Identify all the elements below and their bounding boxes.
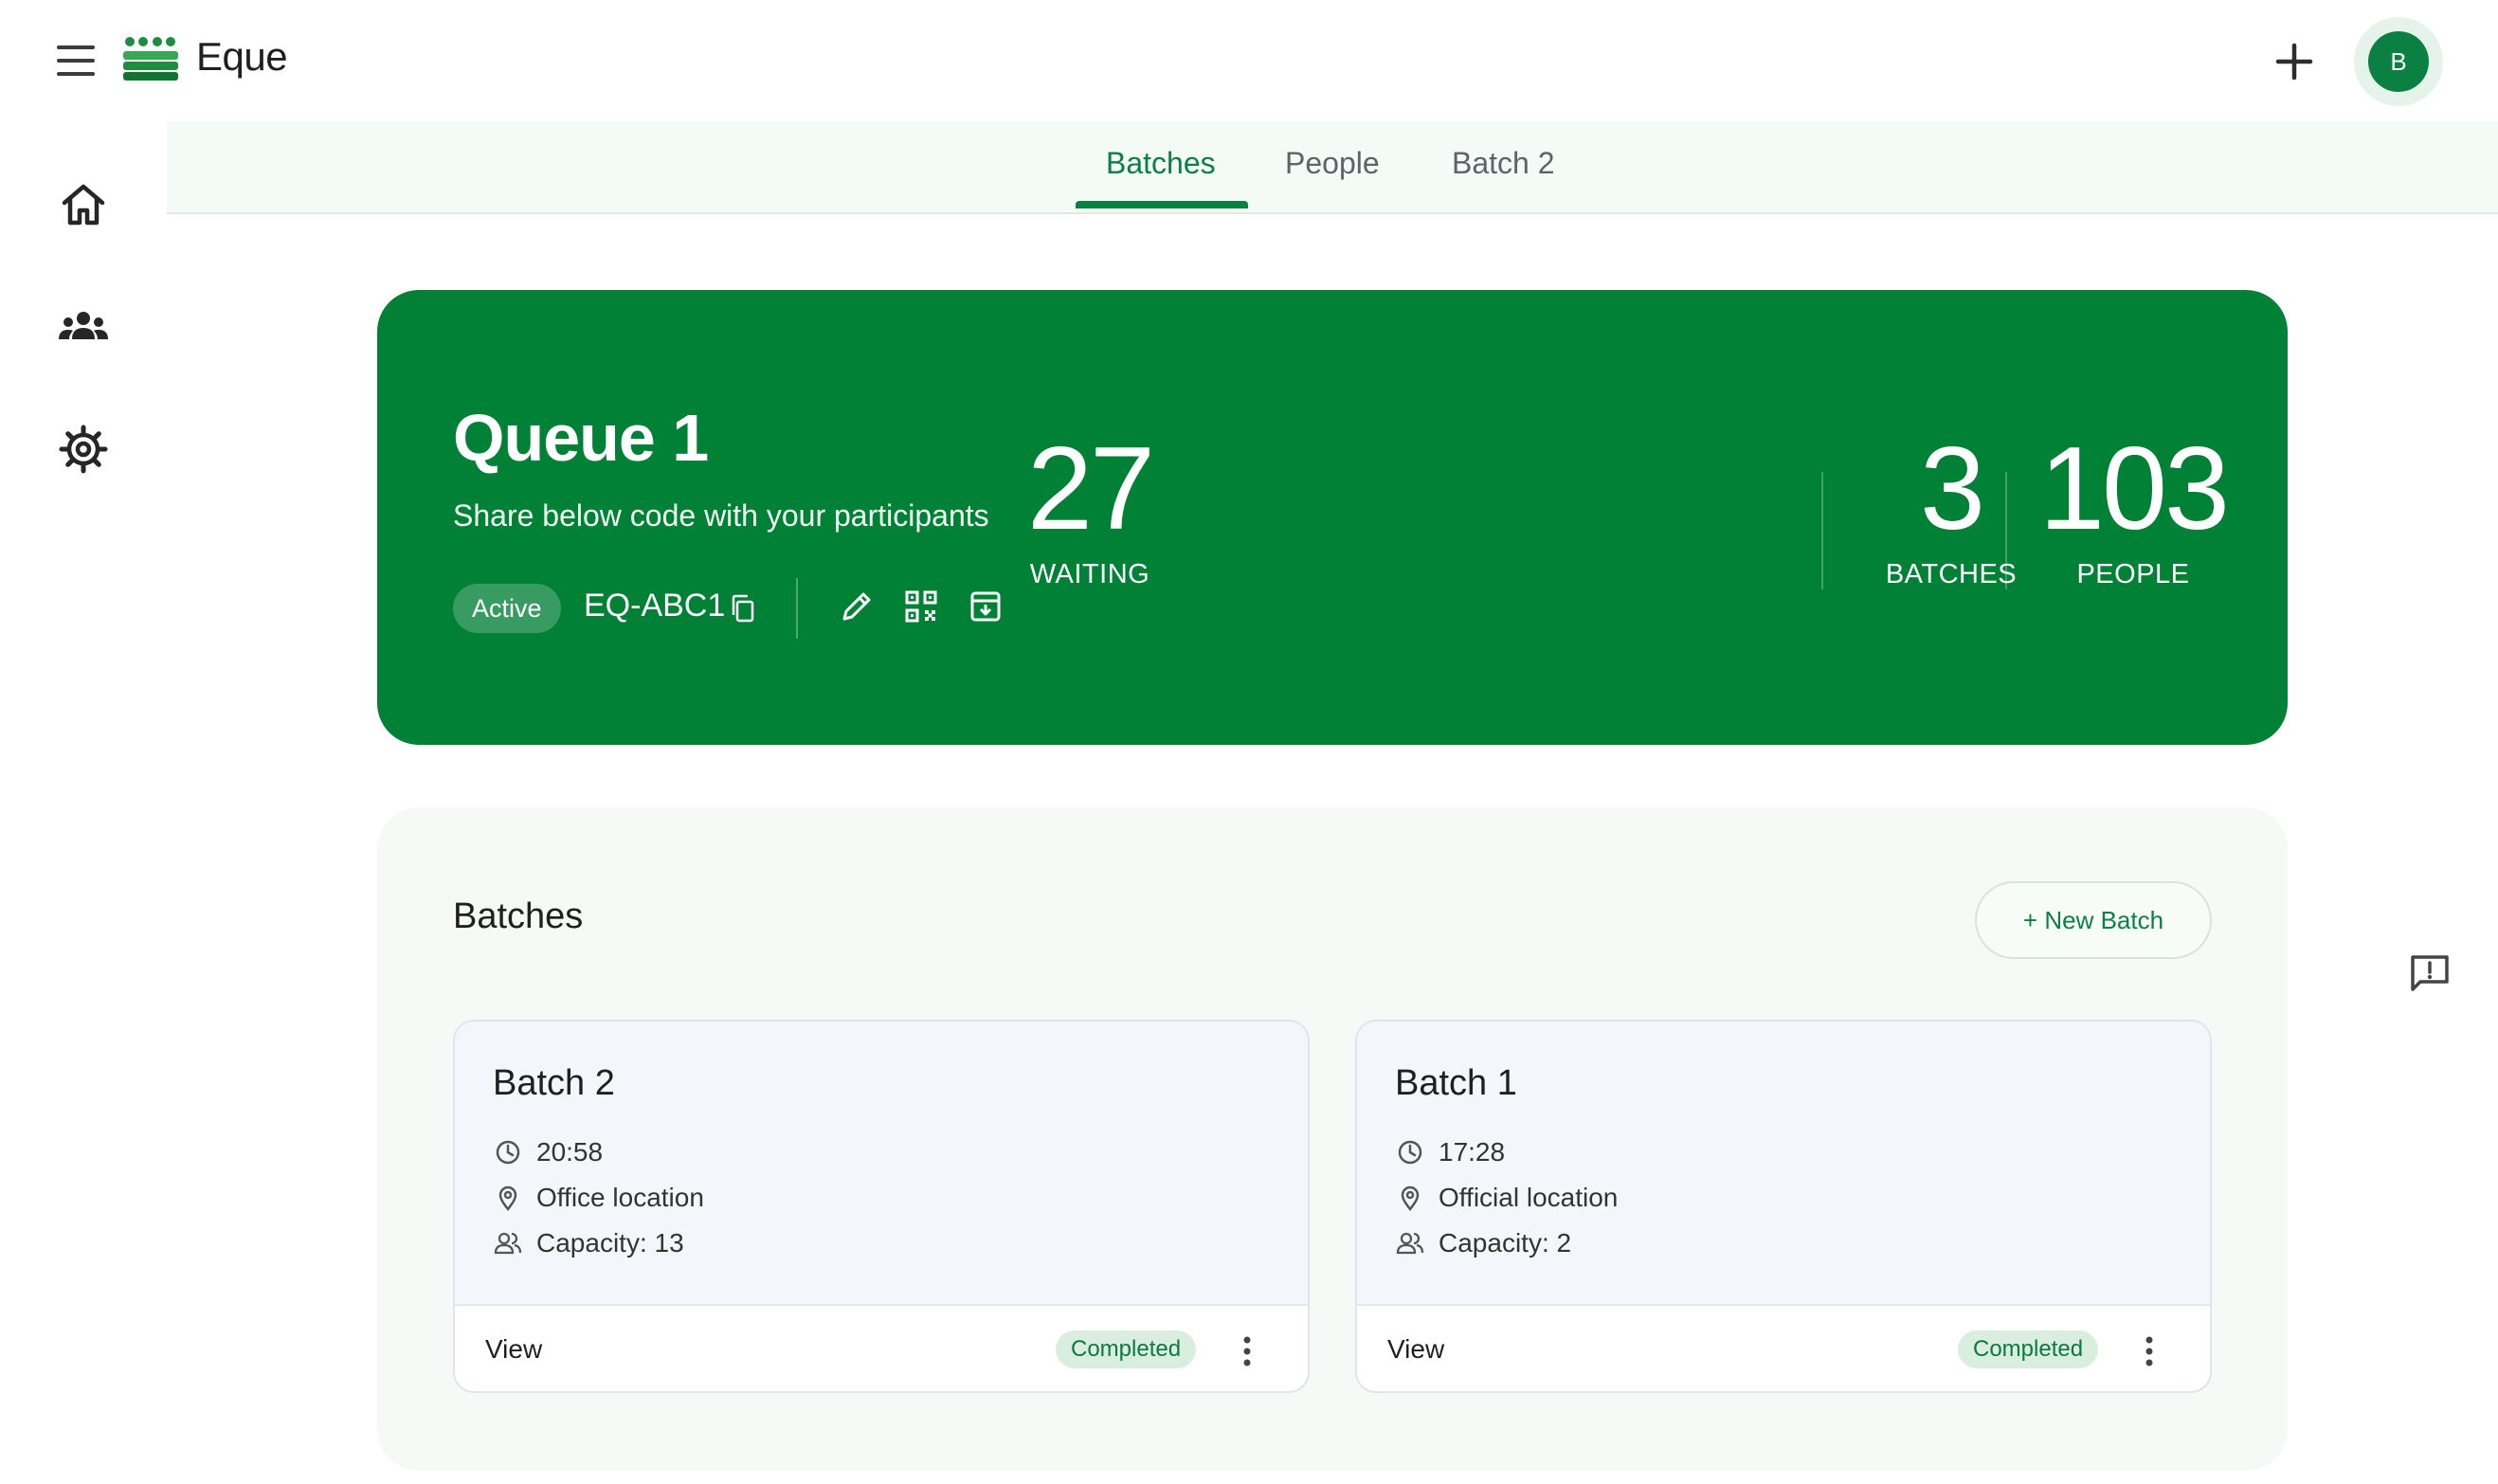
batch-name: Batch 1 <box>1395 1063 1517 1103</box>
queue-subtitle: Share below code with your participants <box>453 498 989 533</box>
batch-name: Batch 2 <box>493 1063 615 1103</box>
menu-icon[interactable] <box>53 42 99 80</box>
batch-time-row: 17:28 <box>1395 1137 1505 1167</box>
pencil-icon[interactable] <box>836 586 878 627</box>
stat-people-label: PEOPLE <box>2076 559 2190 589</box>
batch-location-row: Office location <box>493 1183 704 1213</box>
stat-waiting-value: 27 <box>1027 424 1155 554</box>
stat-waiting-label: WAITING <box>1029 559 1150 589</box>
view-batch-link[interactable]: View <box>1387 1334 1444 1365</box>
tab-bar: Batches People Batch 2 <box>167 121 2498 214</box>
tab-batch-2[interactable]: Batch 2 <box>1452 146 1555 181</box>
batch-capacity: Capacity: 2 <box>1439 1228 1572 1258</box>
avatar-button[interactable]: B <box>2354 17 2443 106</box>
stat-batches: 3 BATCHES <box>1852 430 2051 590</box>
status-badge: Active <box>453 584 561 633</box>
batch-card[interactable]: Batch 1 17:28 Official location Capacity… <box>1355 1020 2212 1393</box>
archive-icon[interactable] <box>965 586 1006 627</box>
copy-icon[interactable] <box>726 591 760 625</box>
batch-capacity-row: Capacity: 2 <box>1395 1228 1571 1258</box>
batches-section-title: Batches <box>453 896 584 936</box>
clock-icon <box>496 1140 520 1165</box>
more-vert-icon[interactable] <box>2140 1330 2159 1372</box>
clock-icon <box>1398 1140 1422 1165</box>
status-badge: Completed <box>1056 1330 1197 1368</box>
batch-time-row: 20:58 <box>493 1137 603 1167</box>
batch-time: 20:58 <box>536 1137 604 1167</box>
gear-icon[interactable] <box>57 423 110 476</box>
view-batch-link[interactable]: View <box>485 1334 542 1365</box>
more-vert-icon[interactable] <box>1238 1330 1257 1372</box>
tab-batches[interactable]: Batches <box>1106 146 1216 181</box>
stat-people-value: 103 <box>2039 424 2230 554</box>
plus-icon[interactable] <box>2271 38 2318 85</box>
batch-time: 17:28 <box>1439 1137 1506 1167</box>
stat-batches-label: BATCHES <box>1885 559 2018 589</box>
eque-logo-icon <box>123 37 178 81</box>
location-pin-icon <box>1401 1185 1420 1212</box>
stat-people: 103 PEOPLE <box>2024 430 2242 590</box>
batch-location: Official location <box>1439 1183 1619 1212</box>
new-batch-button[interactable]: + New Batch <box>1975 881 2212 959</box>
queue-title: Queue 1 <box>453 401 709 475</box>
active-tab-indicator <box>1076 201 1248 208</box>
home-icon[interactable] <box>57 178 110 231</box>
people-outline-icon <box>1396 1232 1424 1255</box>
avatar: B <box>2368 31 2429 92</box>
qr-code-icon[interactable] <box>900 586 942 627</box>
batch-capacity-row: Capacity: 13 <box>493 1228 684 1258</box>
batch-capacity: Capacity: 13 <box>536 1228 684 1258</box>
queue-summary-card: Queue 1 Share below code with your parti… <box>377 290 2288 745</box>
stat-divider <box>2005 472 2007 589</box>
batches-panel: Batches + New Batch Batch 2 20:58 Office… <box>377 807 2288 1471</box>
stat-waiting: 27 WAITING <box>995 430 1185 590</box>
batch-location-row: Official location <box>1395 1183 1618 1213</box>
group-icon[interactable] <box>57 301 110 354</box>
hero-divider <box>796 578 798 639</box>
batch-card-footer: View Completed <box>1357 1304 2210 1391</box>
status-badge: Completed <box>1958 1330 2099 1368</box>
location-pin-icon <box>498 1185 517 1212</box>
tab-people[interactable]: People <box>1285 146 1380 181</box>
stat-batches-value: 3 <box>1920 424 1985 554</box>
top-app-bar: Eque B <box>0 0 2498 121</box>
stat-divider <box>1821 472 1823 589</box>
batch-card[interactable]: Batch 2 20:58 Office location Capacity: … <box>453 1020 1310 1393</box>
feedback-icon[interactable] <box>2407 950 2453 995</box>
batch-location: Office location <box>536 1183 704 1212</box>
queue-code: EQ-ABC1 <box>584 588 726 624</box>
app-title: Eque <box>196 34 288 79</box>
batch-card-footer: View Completed <box>455 1304 1308 1391</box>
people-outline-icon <box>494 1232 522 1255</box>
